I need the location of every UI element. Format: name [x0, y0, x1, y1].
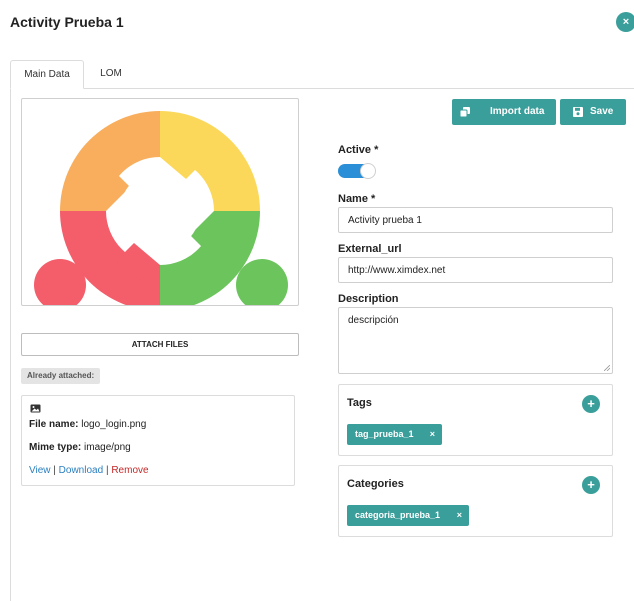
mime-type-row: Mime type: image/png: [29, 442, 131, 453]
resize-handle-icon[interactable]: [604, 365, 610, 371]
description-textarea[interactable]: descripción: [338, 307, 613, 374]
remove-category-icon[interactable]: ×: [457, 505, 462, 526]
floppy-icon: [573, 107, 583, 117]
save-label: Save: [590, 106, 614, 117]
active-toggle[interactable]: [338, 163, 376, 179]
file-name-value: logo_login.png: [81, 419, 147, 430]
image-icon: [30, 404, 41, 413]
copy-icon: [460, 107, 470, 117]
tags-panel: Tags + tag_prueba_1 ×: [338, 384, 613, 456]
tab-bar: Main Data LOM: [10, 60, 634, 89]
plus-icon: +: [587, 477, 595, 492]
download-link[interactable]: Download: [59, 465, 103, 476]
tag-chip-label: tag_prueba_1: [355, 429, 414, 439]
link-separator: |: [53, 465, 56, 476]
image-preview: [21, 98, 299, 306]
plus-icon: +: [587, 396, 595, 411]
file-name-row: File name: logo_login.png: [29, 419, 146, 430]
close-icon: ×: [622, 16, 630, 28]
modal-title: Activity Prueba 1: [10, 14, 124, 30]
tags-title: Tags: [347, 397, 372, 409]
toggle-knob: [360, 163, 376, 179]
already-attached-label: Already attached:: [21, 368, 101, 384]
mime-type-label: Mime type:: [29, 442, 82, 453]
attached-file-card: File name: logo_login.png Mime type: ima…: [21, 395, 295, 486]
file-name-label: File name:: [29, 419, 79, 430]
content-border: [10, 89, 11, 601]
tag-chip: tag_prueba_1 ×: [347, 424, 442, 445]
description-label: Description: [338, 293, 399, 305]
category-chip: categoria_prueba_1 ×: [347, 505, 469, 526]
categories-panel: Categories + categoria_prueba_1 ×: [338, 465, 613, 537]
active-label: Active *: [338, 144, 379, 156]
view-link[interactable]: View: [29, 465, 51, 476]
name-label: Name *: [338, 193, 376, 205]
import-data-button[interactable]: Import data: [452, 99, 556, 125]
add-category-button[interactable]: +: [582, 476, 600, 494]
categories-title: Categories: [347, 478, 404, 490]
import-data-label: Import data: [490, 106, 545, 117]
description-value: descripción: [348, 315, 399, 326]
external-url-input[interactable]: http://www.ximdex.net: [338, 257, 613, 283]
mime-type-value: image/png: [84, 442, 131, 453]
tab-lom[interactable]: LOM: [88, 60, 134, 89]
save-button[interactable]: Save: [560, 99, 626, 125]
tab-main-data[interactable]: Main Data: [10, 60, 84, 89]
logo-image: [34, 111, 288, 305]
attach-files-button[interactable]: ATTACH FILES: [21, 333, 299, 356]
add-tag-button[interactable]: +: [582, 395, 600, 413]
remove-link[interactable]: Remove: [111, 465, 148, 476]
close-button[interactable]: ×: [616, 12, 634, 32]
category-chip-label: categoria_prueba_1: [355, 510, 441, 520]
name-input[interactable]: Activity prueba 1: [338, 207, 613, 233]
link-separator: |: [105, 465, 109, 476]
external-url-label: External_url: [338, 243, 402, 255]
remove-tag-icon[interactable]: ×: [430, 424, 435, 445]
file-actions: View | Download | Remove: [29, 465, 149, 476]
